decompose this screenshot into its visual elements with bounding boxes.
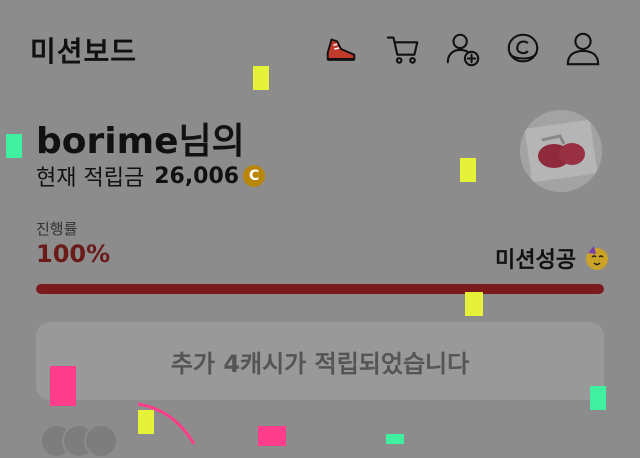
confetti-piece bbox=[386, 434, 404, 444]
progress-bar-fill bbox=[36, 284, 604, 294]
points-summary: 현재 적립금 26,006 C bbox=[36, 160, 266, 192]
confetti-piece bbox=[6, 134, 22, 158]
cart-icon[interactable] bbox=[384, 30, 422, 68]
points-value: 26,006 bbox=[154, 163, 240, 189]
confetti-piece bbox=[465, 292, 483, 316]
confetti-piece bbox=[590, 386, 606, 410]
mission-status-text: 미션성공 bbox=[495, 248, 576, 273]
points-label: 현재 적립금 bbox=[36, 166, 145, 191]
coin-icon[interactable] bbox=[504, 30, 542, 68]
mission-status: 미션성공 bbox=[495, 242, 610, 274]
reward-notice-text: 추가 4캐시가 적립되었습니다 bbox=[170, 349, 470, 378]
add-friend-icon[interactable] bbox=[444, 30, 482, 68]
app-title: 미션보드 bbox=[30, 35, 138, 68]
header: 미션보드 bbox=[0, 0, 640, 96]
progress-bar bbox=[36, 284, 604, 294]
progress-label: 진행률 bbox=[36, 220, 78, 238]
reward-notice: 추가 4캐시가 적립되었습니다 bbox=[36, 322, 604, 400]
participant-avatar bbox=[84, 424, 118, 458]
progress-value: 100% bbox=[36, 240, 111, 268]
confetti-piece bbox=[258, 426, 286, 446]
participant-avatars bbox=[40, 424, 118, 458]
party-face-icon bbox=[586, 246, 608, 270]
user-greeting: borime님의 bbox=[36, 121, 245, 162]
confetti-streamer bbox=[137, 402, 196, 445]
confetti-piece bbox=[460, 158, 476, 182]
coin-badge-icon: C bbox=[243, 165, 266, 187]
sneaker-icon[interactable] bbox=[322, 30, 360, 68]
avatar[interactable] bbox=[520, 110, 602, 192]
confetti-piece bbox=[253, 66, 269, 90]
profile-icon[interactable] bbox=[564, 30, 602, 68]
confetti-piece bbox=[50, 366, 76, 406]
